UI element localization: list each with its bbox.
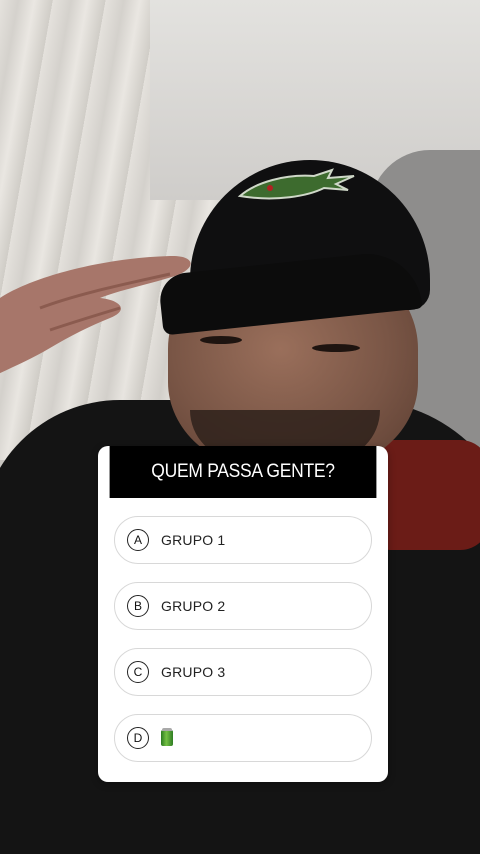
poll-option-c[interactable]: C GRUPO 3 bbox=[114, 648, 372, 696]
poll-option-a[interactable]: A GRUPO 1 bbox=[114, 516, 372, 564]
green-can-icon bbox=[161, 728, 173, 746]
right-eye bbox=[312, 344, 360, 352]
option-letter: B bbox=[127, 595, 149, 617]
option-label: GRUPO 2 bbox=[161, 598, 226, 614]
option-letter: A bbox=[127, 529, 149, 551]
saluting-hand bbox=[0, 255, 191, 374]
option-label: GRUPO 1 bbox=[161, 532, 226, 548]
poll-options: A GRUPO 1 B GRUPO 2 C GRUPO 3 D bbox=[98, 498, 388, 762]
option-letter: C bbox=[127, 661, 149, 683]
poll-card: QUEM PASSA GENTE? A GRUPO 1 B GRUPO 2 C … bbox=[98, 446, 388, 782]
option-label: GRUPO 3 bbox=[161, 664, 226, 680]
poll-option-b[interactable]: B GRUPO 2 bbox=[114, 582, 372, 630]
crocodile-logo-icon bbox=[237, 168, 355, 200]
poll-option-d[interactable]: D bbox=[114, 714, 372, 762]
poll-question: QUEM PASSA GENTE? bbox=[109, 446, 377, 498]
option-letter: D bbox=[127, 727, 149, 749]
